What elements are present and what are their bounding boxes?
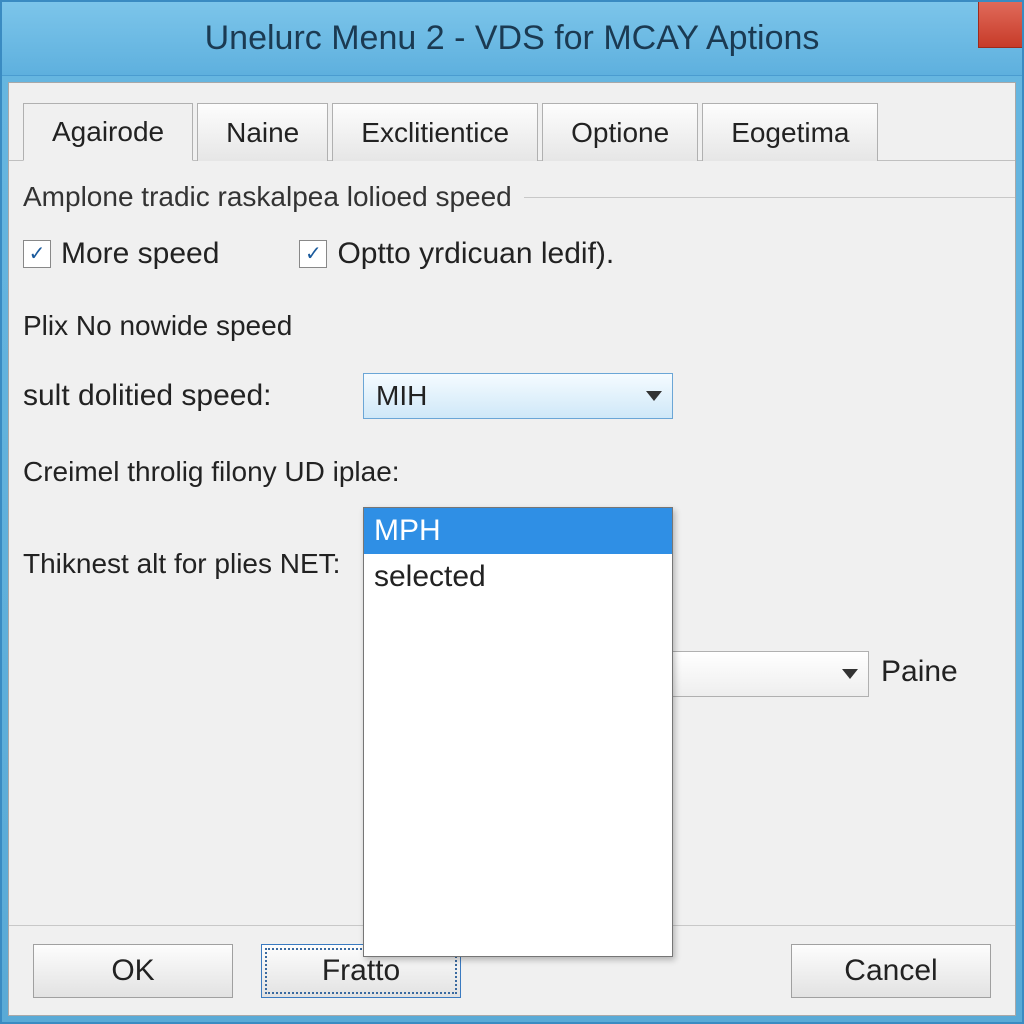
speed-unit-combobox[interactable]: MIH (363, 373, 673, 419)
ok-button[interactable]: OK (33, 944, 233, 998)
chevron-down-icon (646, 391, 662, 401)
checkbox-optto-label: Optto yrdicuan ledif). (337, 237, 614, 271)
cancel-button[interactable]: Cancel (791, 944, 991, 998)
tab-optione[interactable]: Optione (542, 103, 698, 161)
tab-naine[interactable]: Naine (197, 103, 328, 161)
speed-unit-selected: MIH (376, 380, 427, 412)
dropdown-option-mph[interactable]: MPH (364, 508, 672, 554)
chevron-down-icon (842, 669, 858, 679)
tab-strip: Agairode Naine Exclitientice Optione Eog… (9, 103, 1015, 161)
checkbox-more-speed-label: More speed (61, 237, 219, 271)
close-button[interactable] (978, 2, 1022, 48)
titlebar: Unelurc Menu 2 - VDS for MCAY Aptions (2, 2, 1022, 76)
tab-agairode[interactable]: Agairode (23, 103, 193, 161)
tab-eogetima[interactable]: Eogetima (702, 103, 878, 161)
tab-content: Amplone tradic raskalpea lolioed speed M… (9, 161, 1015, 587)
creimel-label: Creimel throlig filony UD iplae: (23, 456, 400, 488)
speed-unit-label: sult dolitied speed: (23, 379, 363, 413)
tab-exclitientice[interactable]: Exclitientice (332, 103, 538, 161)
group-speed-text: Amplone tradic raskalpea lolioed speed (23, 181, 512, 213)
checkbox-more-speed[interactable] (23, 240, 51, 268)
checkbox-optto[interactable] (299, 240, 327, 268)
speed-unit-dropdown-list[interactable]: MPH selected (363, 507, 673, 957)
thiknest-label: Thiknest alt for plies NET: (23, 548, 340, 580)
window-title: Unelurc Menu 2 - VDS for MCAY Aptions (205, 19, 820, 58)
section-nowide-label: Plix No nowide speed (23, 310, 292, 342)
group-speed-label: Amplone tradic raskalpea lolioed speed (23, 181, 1015, 213)
dialog-client-area: Agairode Naine Exclitientice Optione Eog… (8, 82, 1016, 1016)
paine-trailing-label: Paine (881, 655, 958, 689)
dropdown-option-selected[interactable]: selected (364, 554, 672, 600)
